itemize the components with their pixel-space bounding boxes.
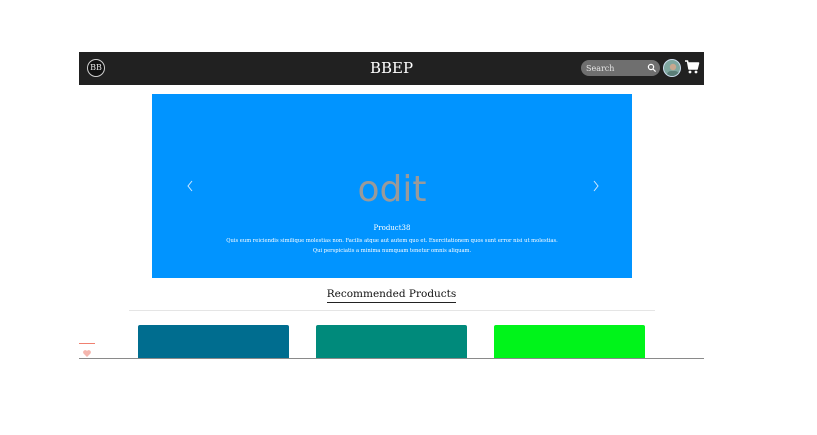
hero-carousel: odit Product38 Quis eum reiciendis simil… [152, 94, 632, 278]
divider [129, 310, 655, 311]
logo-icon[interactable]: BB [87, 59, 105, 77]
chevron-left-icon[interactable] [184, 178, 196, 194]
avatar[interactable] [663, 59, 681, 77]
chevron-right-icon[interactable] [590, 178, 602, 194]
product-card[interactable] [494, 325, 645, 358]
search-box [581, 60, 660, 76]
cart-icon[interactable] [684, 59, 700, 75]
search-icon[interactable] [647, 63, 657, 73]
app-frame: BB BBEP odit [79, 52, 704, 359]
heart-icon[interactable] [79, 343, 95, 357]
search-input[interactable] [586, 61, 642, 75]
product-card[interactable] [316, 325, 467, 358]
hero-product-description: Quis eum reiciendis similique molestias … [226, 238, 558, 254]
hero-product-title: Product38 [373, 224, 411, 232]
recommended-title: Recommended Products [326, 288, 457, 303]
hero-image-text: odit [357, 169, 427, 210]
section-title: Recommended Products [79, 288, 704, 303]
navbar: BB BBEP [79, 52, 704, 85]
product-card[interactable] [138, 325, 289, 358]
